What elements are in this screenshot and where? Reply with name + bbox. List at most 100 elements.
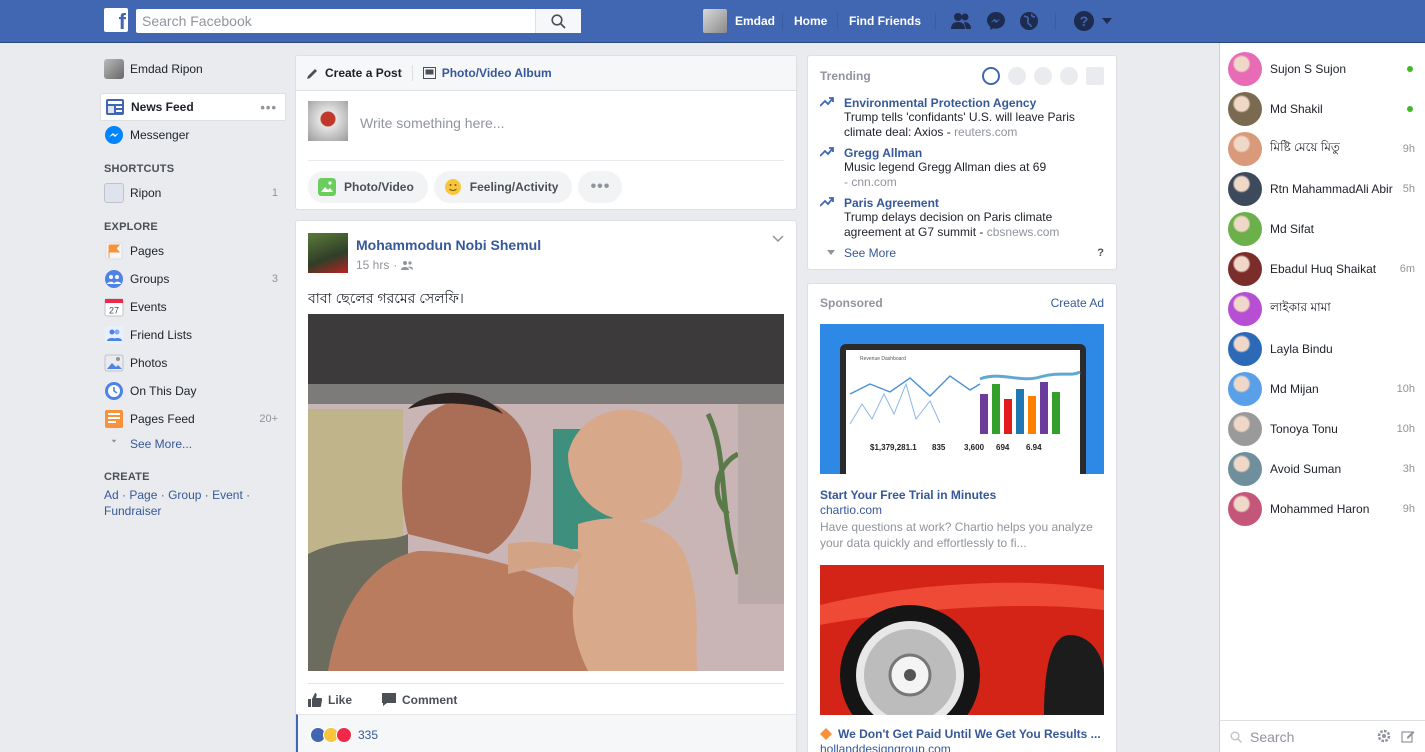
chat-contact[interactable]: মিষ্টি মেয়ে মিতু 9h [1220,129,1425,169]
ad-image[interactable] [820,565,1104,715]
ad-host[interactable]: chartio.com [820,503,1104,517]
ad-image[interactable]: Revenue Dashboard $1,379,281.1 835 3,600… [820,324,1104,474]
trending-arrow-icon [820,197,834,207]
search-button[interactable] [535,9,581,33]
trending-topics-icon[interactable] [982,67,1000,85]
trending-arrow-icon [820,97,834,107]
chat-contact-name: মিষ্টি মেয়ে মিতু [1270,140,1340,154]
create-event-link[interactable]: Event [212,488,243,502]
sidebar-item-photos[interactable]: Photos [100,349,286,377]
dropdown-arrow-icon[interactable] [1100,14,1114,28]
new-message-icon[interactable] [1401,729,1415,743]
friends-audience-icon[interactable] [401,260,414,270]
post-composer: Create a Post Photo/Video Album Write so… [295,55,797,210]
chat-contact[interactable]: Avoid Suman 3h [1220,449,1425,489]
create-page-link[interactable]: Page [129,488,157,502]
avatar [1228,292,1262,326]
explore-heading: EXPLORE [104,221,158,233]
avatar[interactable] [308,233,348,273]
nav-home[interactable]: Home [794,14,827,28]
sidebar-item-messenger[interactable]: Messenger [100,121,286,149]
trending-see-more[interactable]: See More [844,246,896,260]
dashboard-image: Revenue Dashboard $1,379,281.1 835 3,600… [820,324,1104,474]
search-input[interactable] [136,9,531,33]
science-icon[interactable] [1034,67,1052,85]
post-photo[interactable] [308,314,784,671]
ad-title[interactable]: We Don't Get Paid Until We Get You Resul… [820,727,1104,741]
chevron-down-icon[interactable] [772,235,784,243]
chat-contact-name: Mohammed Haron [1270,502,1370,516]
sidebar-item-pages-feed[interactable]: Pages Feed 20+ [100,405,286,433]
chat-contact[interactable]: Md Mijan 10h [1220,369,1425,409]
create-fundraiser-link[interactable]: Fundraiser [104,504,161,518]
ad-host[interactable]: hollanddesigngroup.com [820,742,1104,752]
post-timestamp: 15 hrs · [356,258,414,272]
online-status-icon [1407,106,1413,112]
trending-item[interactable]: Gregg Allman Music legend Gregg Allman d… [820,146,1104,190]
chat-sidebar: Sujon S Sujon Md Shakil মিষ্টি মেয়ে মিতু 9… [1219,43,1425,752]
post-actions: Like Comment [308,683,784,715]
sidebar-item-events[interactable]: 27 Events [100,293,286,321]
ad-title[interactable]: Start Your Free Trial in Minutes [820,488,1104,502]
facebook-logo-icon[interactable]: f [104,8,128,34]
feeling-activity-button[interactable]: Feeling/Activity [433,171,573,203]
create-group-link[interactable]: Group [168,488,201,502]
last-active-time: 10h [1396,383,1415,395]
more-options-icon[interactable]: ••• [260,100,277,115]
sidebar-item-pages[interactable]: Pages [100,237,286,265]
tab-create-post[interactable]: Create a Post [306,56,412,91]
composer-tabs: Create a Post Photo/Video Album [296,56,796,91]
comment-button[interactable]: Comment [382,693,457,707]
globe-icon[interactable] [1018,10,1040,32]
trending-help-icon[interactable]: ? [1097,247,1104,259]
trending-item[interactable]: Environmental Protection Agency Trump te… [820,96,1104,140]
album-icon [422,67,436,79]
politics-icon[interactable] [1008,67,1026,85]
sidebar-item-friend-lists[interactable]: Friend Lists [100,321,286,349]
post-author[interactable]: Mohammodun Nobi Shemul [356,237,541,253]
profile-link[interactable]: Emdad Ripon [100,55,286,83]
photo-video-button[interactable]: Photo/Video [308,171,428,203]
reactions-bar[interactable]: 335 [296,714,796,752]
flag-icon [105,242,123,260]
avatar [1228,172,1262,206]
pencil-icon [307,68,317,79]
create-ad-link[interactable]: Ad [104,488,119,502]
shortcut-icon [104,183,124,203]
messenger-icon [105,126,123,144]
see-more-link[interactable]: See More... [100,433,286,455]
chat-search[interactable]: Search [1220,720,1425,752]
chat-contact[interactable]: লাইকার মামা [1220,289,1425,329]
tab-photo-album[interactable]: Photo/Video Album [411,65,562,81]
gear-icon[interactable] [1377,729,1391,743]
top-bar: f Emdad Home Find Friends ? [0,0,1425,43]
avatar [104,59,124,79]
nav-profile-link[interactable]: Emdad [703,9,775,33]
composer-input[interactable]: Write something here... [360,115,504,131]
chat-contact[interactable]: Ebadul Huq Shaikat 6m [1220,249,1425,289]
create-ad-link[interactable]: Create Ad [1051,296,1104,312]
sidebar-item-ripon[interactable]: Ripon 1 [100,179,286,207]
help-icon[interactable]: ? [1073,10,1095,32]
chat-contact[interactable]: Rtn MahammadAli Abir 5h [1220,169,1425,209]
post-text: বাবা ছেলের গরমের সেলফি। [308,290,464,306]
sidebar-item-news-feed[interactable]: News Feed ••• [100,93,286,121]
sidebar-item-groups[interactable]: Groups 3 [100,265,286,293]
photo-image [308,314,784,671]
chat-contact[interactable]: Sujon S Sujon [1220,49,1425,89]
trending-item[interactable]: Paris Agreement Trump delays decision on… [820,196,1104,240]
entertainment-icon[interactable] [1086,67,1104,85]
chat-contact[interactable]: Md Sifat [1220,209,1425,249]
more-options-button[interactable]: ••• [578,171,623,203]
like-button[interactable]: Like [308,692,352,707]
sidebar-item-on-this-day[interactable]: On This Day [100,377,286,405]
sports-icon[interactable] [1060,67,1078,85]
chat-contact[interactable]: Tonoya Tonu 10h [1220,409,1425,449]
chat-contact[interactable]: Md Shakil [1220,89,1425,129]
chat-contact[interactable]: Layla Bindu [1220,329,1425,369]
nav-find-friends[interactable]: Find Friends [849,14,921,28]
messenger-icon[interactable] [985,10,1007,32]
friend-requests-icon[interactable] [950,10,972,32]
chat-contact[interactable]: Mohammed Haron 9h [1220,489,1425,529]
chat-contact-name: Avoid Suman [1270,462,1342,476]
